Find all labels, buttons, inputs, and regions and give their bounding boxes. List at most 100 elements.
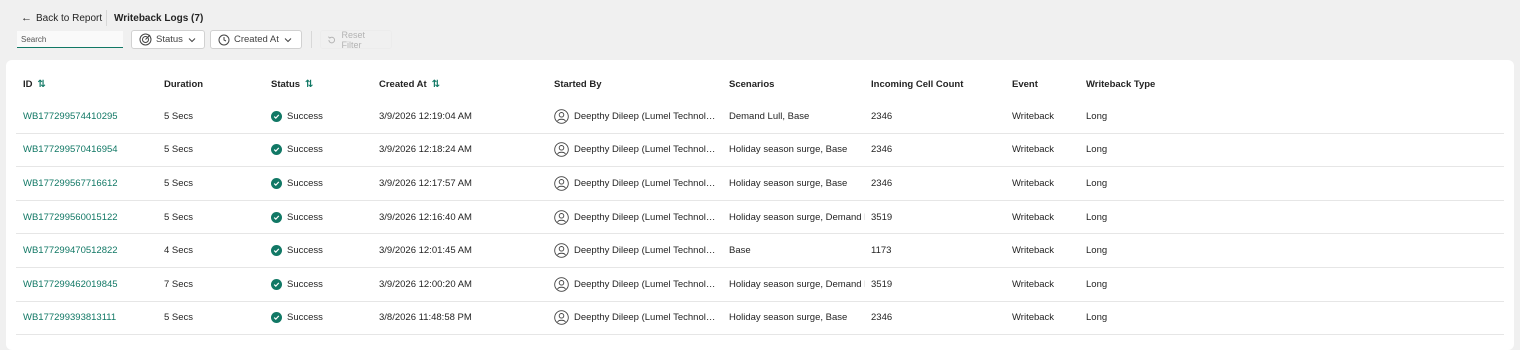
started-by-value: Deepthy Dileep (Lumel Technolo... — [574, 245, 718, 257]
event-cell: Writeback — [1012, 167, 1082, 200]
created-at-cell: 3/8/2026 11:48:58 PM — [379, 302, 549, 335]
duration-value: 5 Secs — [164, 211, 194, 223]
duration-cell: 5 Secs — [164, 167, 264, 200]
status-value: Success — [287, 144, 323, 156]
table-body: WB177299574410295 5 Secs Success 3/9/202… — [16, 100, 1504, 336]
column-header-label: Created At — [379, 78, 427, 90]
event-value: Writeback — [1012, 245, 1055, 257]
scenarios-cell: Holiday season surge, Base — [729, 167, 865, 200]
back-label: Back to Report — [36, 12, 103, 24]
writeback-logs-table: ID ⇅ Duration Status ⇅ Created At ⇅ Star… — [16, 68, 1504, 336]
incoming-cell-count-value: 2346 — [871, 312, 893, 324]
duration-cell: 5 Secs — [164, 201, 264, 234]
event-cell: Writeback — [1012, 268, 1082, 301]
writeback-type-cell: Long — [1086, 234, 1186, 267]
started-by-value: Deepthy Dileep (Lumel Technolo... — [574, 312, 718, 324]
incoming-cell-count-cell: 3519 — [871, 201, 1001, 234]
created-at-value: 3/9/2026 12:01:45 AM — [379, 245, 472, 257]
created-at-value: 3/8/2026 11:48:58 PM — [379, 312, 472, 324]
person-icon — [554, 209, 569, 225]
column-header-label: Event — [1012, 78, 1038, 90]
writeback-type-value: Long — [1086, 245, 1108, 257]
duration-cell: 5 Secs — [164, 100, 264, 133]
status-cell: Success — [271, 134, 371, 167]
column-header-created-at[interactable]: Created At ⇅ — [379, 68, 549, 100]
table-row: WB177299570416954 5 Secs Success 3/9/202… — [16, 134, 1504, 168]
started-by-cell: Deepthy Dileep (Lumel Technolo... — [554, 201, 718, 234]
started-by-cell: Deepthy Dileep (Lumel Technolo... — [554, 234, 718, 267]
writeback-type-value: Long — [1086, 278, 1108, 290]
event-value: Writeback — [1012, 278, 1055, 290]
event-cell: Writeback — [1012, 201, 1082, 234]
reset-icon — [328, 35, 336, 43]
writeback-id-link[interactable]: WB177299462019845 — [23, 279, 118, 290]
column-header-label: Duration — [164, 78, 204, 90]
writeback-id-link[interactable]: WB177299470512822 — [23, 245, 118, 256]
event-value: Writeback — [1012, 177, 1055, 189]
page-title: Writeback Logs (7) — [114, 12, 204, 24]
status-value: Success — [287, 312, 323, 324]
started-by-value: Deepthy Dileep (Lumel Technolo... — [574, 144, 718, 156]
started-by-cell: Deepthy Dileep (Lumel Technolo... — [554, 167, 718, 200]
sort-icon[interactable]: ⇅ — [432, 79, 441, 90]
table-row: WB177299574410295 5 Secs Success 3/9/202… — [16, 100, 1504, 134]
status-cell: Success — [271, 234, 371, 267]
column-header-status[interactable]: Status ⇅ — [271, 68, 371, 100]
event-cell: Writeback — [1012, 302, 1082, 335]
table-row: WB177299393813111 5 Secs Success 3/8/202… — [16, 302, 1504, 336]
check-circle-icon — [271, 177, 282, 189]
person-icon — [554, 243, 569, 258]
chevron-down-icon — [284, 37, 292, 42]
scenarios-value: Holiday season surge, Base — [729, 312, 848, 324]
incoming-cell-count-cell: 3519 — [871, 268, 1001, 301]
reset-filter-button[interactable]: Reset Filter — [320, 30, 392, 50]
column-header-id[interactable]: ID ⇅ — [23, 68, 153, 100]
scenarios-cell: Holiday season surge, Demand L — [729, 268, 865, 301]
writeback-id-link[interactable]: WB177299393813111 — [23, 312, 116, 323]
status-cell: Success — [271, 268, 371, 301]
incoming-cell-count-cell: 1173 — [871, 234, 1001, 267]
column-header-label: Status — [271, 78, 301, 90]
check-circle-icon — [271, 110, 282, 122]
status-filter-label: Status — [156, 34, 183, 45]
status-cell: Success — [271, 302, 371, 335]
writeback-type-cell: Long — [1086, 302, 1186, 335]
started-by-value: Deepthy Dileep (Lumel Technolo... — [574, 110, 718, 122]
writeback-type-cell: Long — [1086, 201, 1186, 234]
person-icon — [554, 277, 569, 292]
scenarios-cell: Holiday season surge, Base — [729, 134, 865, 167]
created-at-value: 3/9/2026 12:00:20 AM — [379, 278, 472, 290]
search-input[interactable] — [17, 31, 123, 48]
table-row: WB177299470512822 4 Secs Success 3/9/202… — [16, 234, 1504, 268]
created-at-filter-button[interactable]: Created At — [210, 30, 302, 49]
back-to-report-link[interactable]: ← Back to Report — [21, 11, 102, 25]
status-cell: Success — [271, 100, 371, 133]
writeback-id-link[interactable]: WB177299570416954 — [23, 144, 118, 155]
scenarios-value: Holiday season surge, Base — [729, 144, 848, 156]
created-at-value: 3/9/2026 12:18:24 AM — [379, 144, 472, 156]
incoming-cell-count-cell: 2346 — [871, 167, 1001, 200]
incoming-cell-count-value: 3519 — [871, 278, 893, 290]
table-header-row: ID ⇅ Duration Status ⇅ Created At ⇅ Star… — [16, 68, 1504, 100]
writeback-id-link[interactable]: WB177299574410295 — [23, 111, 118, 122]
duration-cell: 5 Secs — [164, 302, 264, 335]
writeback-id-link[interactable]: WB177299560015122 — [23, 212, 118, 223]
person-icon — [554, 310, 569, 326]
id-cell: WB177299574410295 — [23, 100, 153, 133]
sort-icon[interactable]: ⇅ — [305, 79, 314, 90]
created-at-cell: 3/9/2026 12:00:20 AM — [379, 268, 549, 301]
writeback-type-value: Long — [1086, 211, 1108, 223]
column-header-writeback-type: Writeback Type — [1086, 68, 1186, 100]
status-filter-button[interactable]: Status — [131, 30, 205, 49]
started-by-value: Deepthy Dileep (Lumel Technolo... — [574, 278, 718, 290]
started-by-cell: Deepthy Dileep (Lumel Technolo... — [554, 100, 718, 133]
id-cell: WB177299462019845 — [23, 268, 153, 301]
writeback-id-link[interactable]: WB177299567716612 — [23, 178, 118, 189]
title-divider — [106, 10, 107, 26]
sort-icon[interactable]: ⇅ — [38, 79, 47, 90]
created-at-value: 3/9/2026 12:16:40 AM — [379, 211, 472, 223]
writeback-type-value: Long — [1086, 110, 1108, 122]
event-value: Writeback — [1012, 144, 1055, 156]
created-at-cell: 3/9/2026 12:01:45 AM — [379, 234, 549, 267]
chevron-down-icon — [188, 37, 196, 42]
